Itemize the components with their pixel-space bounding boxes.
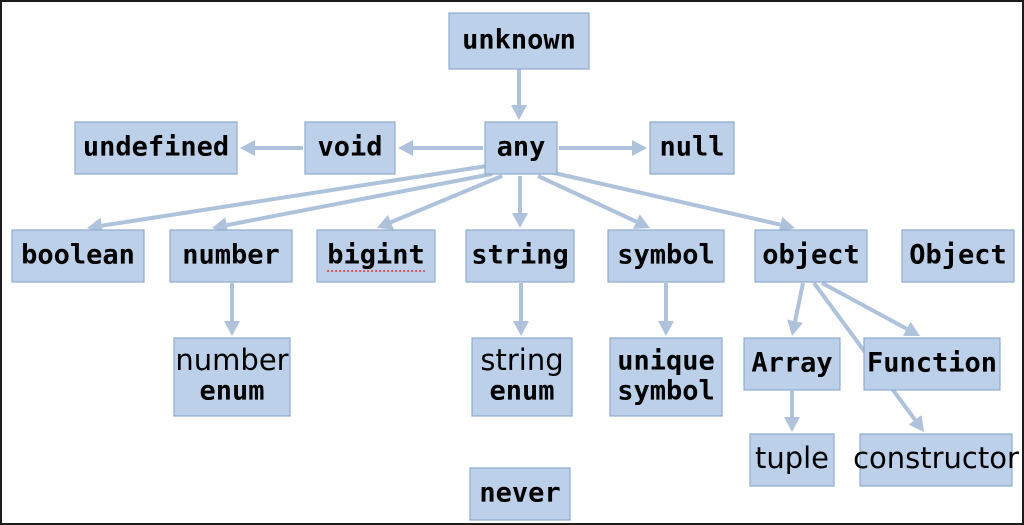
- edge-number-to-number-enum: [224, 283, 240, 336]
- node-bigint[interactable]: bigint: [316, 229, 436, 283]
- edge-any-to-void: [398, 140, 483, 156]
- node-label: string: [480, 343, 563, 377]
- diagram-page: unknown undefined void any null boolean number…: [0, 0, 1024, 525]
- node-label: void: [317, 132, 382, 163]
- node-number-enum[interactable]: numberenum: [173, 337, 291, 417]
- node-Object[interactable]: Object: [901, 229, 1015, 283]
- node-label: boolean: [21, 240, 135, 271]
- node-Array[interactable]: Array: [743, 337, 841, 391]
- node-label: object: [762, 240, 860, 271]
- nodes-layer: unknown undefined void any null boolean number…: [11, 12, 1019, 521]
- edge-any-to-null: [559, 140, 647, 156]
- node-label: never: [479, 478, 560, 509]
- node-label: tuple: [755, 441, 829, 475]
- node-label: Object: [909, 240, 1007, 271]
- node-label: Array: [751, 348, 832, 379]
- edge-object-to-Array: [787, 282, 805, 336]
- node-Function[interactable]: Function: [863, 337, 1001, 391]
- edge-void-to-undefined: [240, 140, 303, 156]
- node-unique-symbol[interactable]: uniquesymbol: [609, 337, 723, 417]
- edge-unknown-to-any: [511, 69, 527, 120]
- edge-string-to-string-enum: [513, 283, 529, 336]
- node-label: symbol: [617, 240, 715, 271]
- node-label: Function: [867, 348, 997, 379]
- node-boolean[interactable]: boolean: [11, 229, 145, 283]
- node-label: undefined: [83, 132, 229, 163]
- node-string-enum[interactable]: stringenum: [471, 337, 573, 417]
- node-label: string: [471, 240, 569, 271]
- node-number[interactable]: number: [169, 229, 293, 283]
- node-undefined[interactable]: undefined: [74, 121, 238, 175]
- node-symbol[interactable]: symbol: [607, 229, 725, 283]
- node-label: any: [497, 132, 546, 163]
- type-hierarchy-diagram: unknown undefined void any null boolean number…: [11, 12, 1019, 521]
- edge-object-to-Function: [821, 281, 920, 336]
- edge-any-to-string: [512, 176, 528, 228]
- node-label: enum: [199, 376, 264, 407]
- node-unknown[interactable]: unknown: [448, 12, 590, 70]
- node-void[interactable]: void: [304, 121, 396, 175]
- node-string[interactable]: string: [465, 229, 575, 283]
- node-label: bigint: [327, 240, 425, 271]
- node-label: symbol: [617, 376, 715, 407]
- node-label: constructor: [853, 441, 1019, 475]
- edge-symbol-to-unique-symbol: [658, 283, 674, 336]
- node-object[interactable]: object: [754, 229, 868, 283]
- node-constructor[interactable]: constructor: [853, 433, 1019, 487]
- node-label: unique: [617, 346, 715, 377]
- node-label: unknown: [462, 25, 576, 56]
- edge-any-to-boolean: [87, 164, 488, 234]
- node-label: number: [175, 343, 288, 377]
- node-tuple[interactable]: tuple: [749, 433, 835, 487]
- edge-any-to-object: [549, 170, 795, 233]
- node-label: null: [659, 132, 724, 163]
- node-null[interactable]: null: [649, 121, 735, 175]
- node-label: enum: [489, 376, 554, 407]
- edge-Array-to-tuple: [784, 391, 800, 432]
- node-any[interactable]: any: [484, 121, 558, 175]
- node-label: number: [182, 240, 280, 271]
- node-never[interactable]: never: [469, 467, 571, 521]
